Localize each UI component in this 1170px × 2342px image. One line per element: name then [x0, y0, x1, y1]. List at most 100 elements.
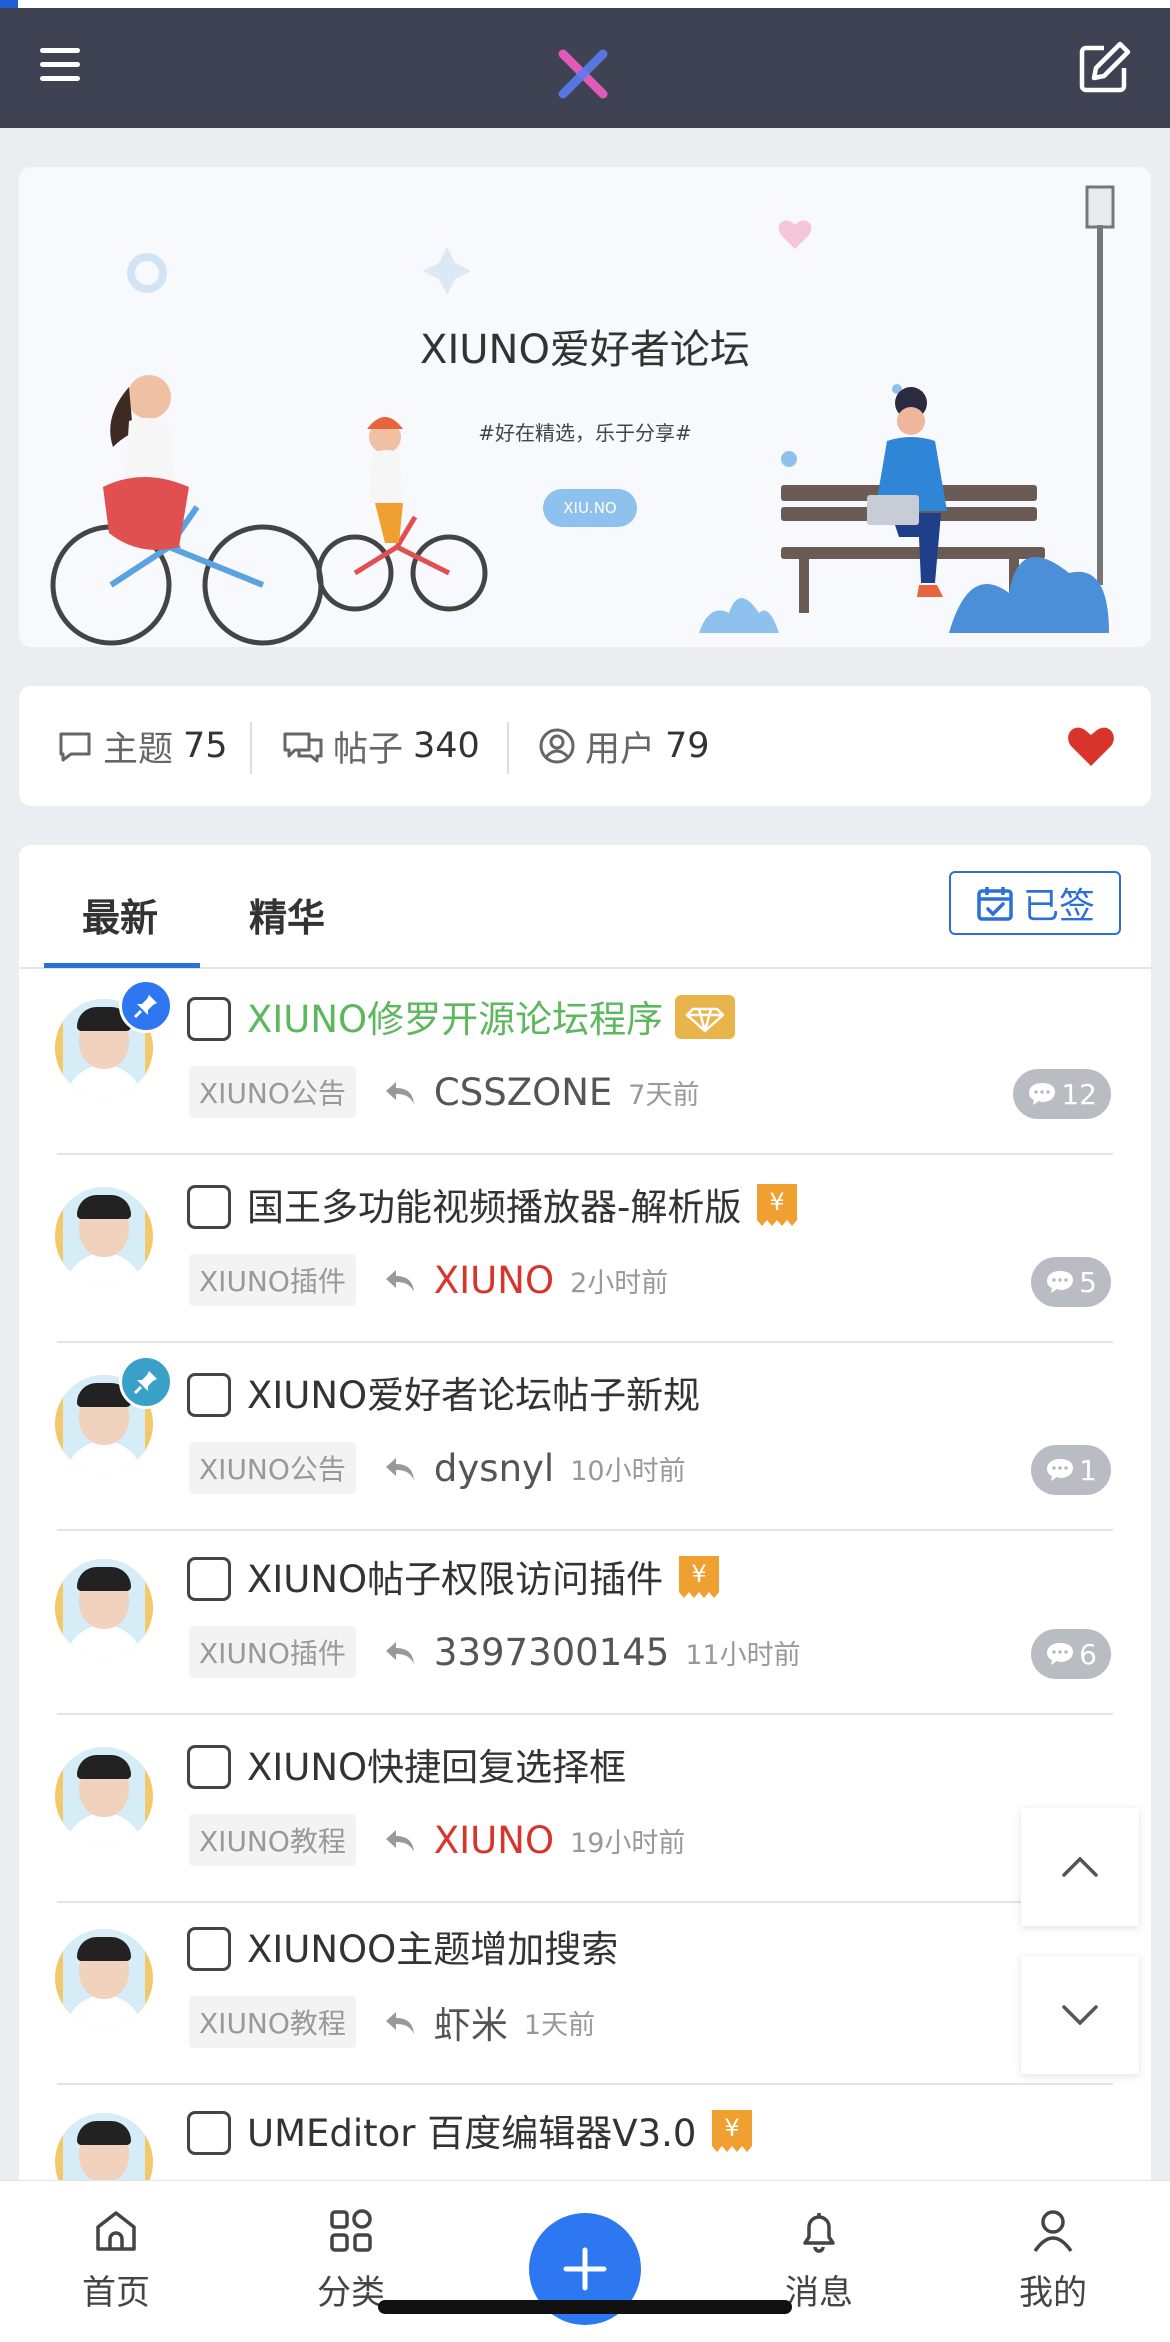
nav-messages[interactable]: 消息 [749, 2207, 889, 2314]
thread-meta: XIUNO插件 3397300145 11小时前 [189, 1626, 801, 1678]
nav-home[interactable]: 首页 [46, 2207, 186, 2314]
stat-posts[interactable]: 帖子 340 [281, 686, 480, 806]
top-navbar [0, 8, 1170, 128]
reply-icon [385, 1830, 414, 1852]
thread-category[interactable]: XIUNO插件 [189, 1626, 356, 1678]
thread-checkbox[interactable] [187, 1373, 231, 1417]
stat-topics-count: 75 [183, 726, 228, 766]
thread-category[interactable]: XIUNO教程 [189, 1996, 356, 2048]
banner-title: XIUNO爱好者论坛 [420, 327, 750, 373]
reply-icon [385, 1458, 414, 1480]
thread-author[interactable]: dysnyl [434, 1447, 554, 1490]
banner-illustration [50, 185, 1115, 646]
reply-icon [385, 1082, 414, 1104]
bell-icon [803, 2213, 835, 2253]
tab-featured[interactable]: 精华 [249, 887, 325, 942]
thread-author[interactable]: 虾米 [434, 1995, 508, 2049]
user-icon [1033, 2210, 1073, 2253]
stat-users-count: 79 [665, 726, 710, 766]
paid-badge: ¥ [753, 1180, 801, 1239]
x-logo-icon[interactable] [555, 46, 611, 102]
row-divider [57, 1341, 1113, 1343]
user-circle-icon [539, 728, 575, 764]
plus-icon [563, 2247, 607, 2291]
signed-in-label: 已签 [1022, 886, 1095, 927]
nav-mine-label: 我的 [1019, 2273, 1087, 2313]
thread-title[interactable]: XIUNO快捷回复选择框 [247, 1737, 626, 1791]
thread-category[interactable]: XIUNO公告 [189, 1066, 356, 1118]
thread-author[interactable]: 3397300145 [434, 1631, 669, 1674]
thread-category[interactable]: XIUNO插件 [189, 1254, 356, 1306]
pin-badge [119, 1355, 173, 1409]
thread-time: 1天前 [523, 2009, 596, 2041]
yen-badge-icon: ¥ [757, 1184, 798, 1226]
thread-title[interactable]: XIUNO帖子权限访问插件 ¥ [247, 1549, 723, 1611]
nav-categories-label: 分类 [317, 2273, 385, 2313]
reply-icon [385, 2012, 414, 2034]
chat-bubble-icon [1047, 1459, 1074, 1481]
avatar[interactable] [55, 1747, 153, 1845]
thread-row[interactable]: XIUNO帖子权限访问插件 ¥ XIUNO插件 3397300145 11小时前 6 [19, 1529, 1151, 1715]
thread-time: 2小时前 [570, 1267, 669, 1299]
thread-row[interactable]: 国王多功能视频播放器-解析版 ¥ XIUNO插件 XIUNO 2小时前 5 [19, 1157, 1151, 1343]
svg-text:¥: ¥ [725, 2114, 740, 2142]
thread-meta: XIUNO插件 XIUNO 2小时前 [189, 1254, 669, 1306]
stat-topics-label: 主题 [103, 729, 174, 770]
comment-icon [59, 732, 91, 762]
thread-title[interactable]: XIUNO爱好者论坛帖子新规 [247, 1365, 700, 1419]
thread-checkbox[interactable] [187, 1557, 231, 1601]
stat-users[interactable]: 用户 79 [537, 686, 710, 806]
stat-topics[interactable]: 主题 75 [55, 686, 228, 806]
stat-posts-count: 340 [413, 726, 480, 766]
scroll-bottom-button[interactable] [1021, 1956, 1139, 2074]
tab-latest[interactable]: 最新 [43, 887, 201, 968]
row-divider [57, 1713, 1113, 1715]
heart-icon[interactable] [1067, 724, 1115, 768]
thread-author[interactable]: XIUNO [434, 1819, 554, 1862]
avatar[interactable] [55, 1929, 153, 2027]
svg-text:¥: ¥ [770, 1188, 785, 1216]
row-divider [57, 1153, 1113, 1155]
signed-in-button[interactable]: 已签 [949, 871, 1121, 935]
nav-mine[interactable]: 我的 [983, 2207, 1123, 2314]
thread-list-card: 最新 精华 已签 XIUNO修罗开源论坛程序 XIUNO公告 CSSZONE 7天前 1… [19, 845, 1151, 2342]
thread-category[interactable]: XIUNO教程 [189, 1814, 356, 1866]
forum-stats: 主题 75 帖子 340 用户 79 [19, 686, 1151, 806]
stat-users-label: 用户 [585, 729, 656, 770]
thread-title[interactable]: 国王多功能视频播放器-解析版 ¥ [247, 1177, 801, 1239]
chat-bubble-icon [1029, 1083, 1056, 1105]
svg-text:¥: ¥ [692, 1560, 707, 1588]
comment-count: 5 [1031, 1257, 1111, 1307]
nav-categories[interactable]: 分类 [281, 2207, 421, 2314]
thread-row[interactable]: XIUNO快捷回复选择框 XIUNO教程 XIUNO 19小时前 [19, 1717, 1151, 1903]
home-icon [96, 2211, 136, 2251]
chevron-up-icon [1062, 1856, 1098, 1877]
edit-icon[interactable] [1074, 38, 1134, 98]
scroll-top-button[interactable] [1021, 1808, 1139, 1926]
thread-author[interactable]: XIUNO [434, 1259, 554, 1302]
thread-checkbox[interactable] [187, 2111, 231, 2155]
thread-category[interactable]: XIUNO公告 [189, 1442, 356, 1494]
hamburger-icon[interactable] [34, 40, 86, 92]
bottom-tab-bar: 首页 分类 消息 我的 [0, 2180, 1170, 2342]
thread-checkbox[interactable] [187, 997, 231, 1041]
comments-icon [283, 732, 323, 763]
comment-count: 6 [1031, 1629, 1111, 1679]
avatar[interactable] [55, 1559, 153, 1657]
thread-row[interactable]: XIUNO爱好者论坛帖子新规 XIUNO公告 dysnyl 10小时前 1 [19, 1345, 1151, 1531]
thread-row[interactable]: XIUNO修罗开源论坛程序 XIUNO公告 CSSZONE 7天前 12 [19, 969, 1151, 1155]
thread-title[interactable]: XIUNO修罗开源论坛程序 [247, 989, 736, 1048]
chat-bubble-icon [1047, 1643, 1074, 1665]
thread-title[interactable]: UMEditor 百度编辑器V3.0 ¥ [247, 2103, 756, 2165]
banner-subtitle: #好在精选，乐于分享# [478, 421, 692, 445]
thread-checkbox[interactable] [187, 1185, 231, 1229]
paid-badge: ¥ [708, 2106, 756, 2165]
thread-row[interactable]: XIUNOO主题增加搜索 XIUNO教程 虾米 1天前 [19, 1899, 1151, 2085]
banner-link-pill[interactable]: XIU.NO [543, 489, 637, 527]
thread-title[interactable]: XIUNOO主题增加搜索 [247, 1919, 618, 1973]
thread-checkbox[interactable] [187, 1745, 231, 1789]
comment-count: 12 [1013, 1069, 1111, 1119]
avatar[interactable] [55, 1187, 153, 1285]
thread-checkbox[interactable] [187, 1927, 231, 1971]
thread-author[interactable]: CSSZONE [434, 1071, 612, 1114]
